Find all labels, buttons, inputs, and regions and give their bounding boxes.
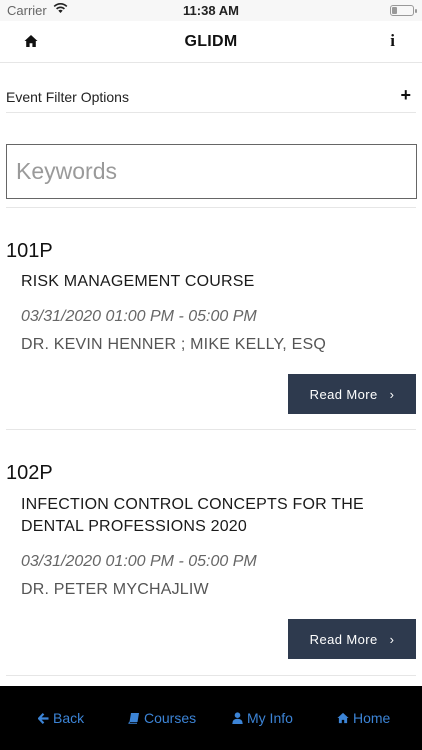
battery-icon bbox=[390, 5, 417, 16]
tab-back-label: Back bbox=[53, 710, 85, 726]
event-datetime: 03/31/2020 01:00 PM - 05:00 PM bbox=[21, 553, 257, 570]
event-datetime: 03/31/2020 01:00 PM - 05:00 PM bbox=[21, 308, 257, 325]
tab-back[interactable]: Back bbox=[37, 710, 85, 726]
tab-my-info[interactable]: My Info bbox=[232, 710, 293, 726]
keywords-search-input[interactable] bbox=[6, 144, 417, 199]
read-more-button[interactable]: Read More › bbox=[288, 619, 416, 659]
event-filter-label: Event Filter Options bbox=[6, 89, 129, 105]
read-more-label: Read More bbox=[309, 631, 378, 647]
read-more-button[interactable]: Read More › bbox=[288, 374, 416, 414]
nav-bar: GLIDM i bbox=[0, 21, 422, 63]
event-card: 102P INFECTION CONTROL CONCEPTS FOR THE … bbox=[6, 430, 416, 676]
home-icon bbox=[337, 712, 349, 724]
info-icon[interactable]: i bbox=[390, 31, 395, 51]
status-bar: Carrier 11:38 AM bbox=[0, 0, 422, 21]
read-more-label: Read More bbox=[309, 386, 378, 402]
tab-home-label: Home bbox=[353, 710, 391, 726]
divider bbox=[6, 675, 416, 676]
arrow-left-icon bbox=[37, 713, 49, 724]
user-icon bbox=[232, 712, 243, 724]
tab-courses[interactable]: Courses bbox=[128, 710, 196, 726]
tab-my-info-label: My Info bbox=[247, 710, 293, 726]
event-code: 102P bbox=[6, 462, 53, 484]
event-name: INFECTION CONTROL CONCEPTS FOR THE DENTA… bbox=[21, 496, 364, 535]
plus-icon[interactable]: + bbox=[400, 85, 411, 106]
event-speakers: DR. KEVIN HENNER ; MIKE KELLY, ESQ bbox=[21, 336, 326, 353]
chevron-right-icon: › bbox=[389, 631, 395, 647]
event-name: RISK MANAGEMENT COURSE bbox=[21, 273, 255, 290]
bottom-tab-bar: Back Courses My Info Home bbox=[0, 686, 422, 750]
page-title: GLIDM bbox=[184, 33, 238, 50]
event-speakers: DR. PETER MYCHAJLIW bbox=[21, 581, 209, 598]
event-card: 101P RISK MANAGEMENT COURSE 03/31/2020 0… bbox=[6, 208, 416, 430]
event-filter-toggle[interactable]: Event Filter Options + bbox=[6, 79, 416, 113]
chevron-right-icon: › bbox=[389, 386, 395, 402]
book-icon bbox=[128, 713, 139, 724]
tab-courses-label: Courses bbox=[144, 710, 197, 726]
tab-home[interactable]: Home bbox=[337, 710, 390, 726]
event-code: 101P bbox=[6, 240, 53, 262]
status-time: 11:38 AM bbox=[183, 3, 239, 18]
